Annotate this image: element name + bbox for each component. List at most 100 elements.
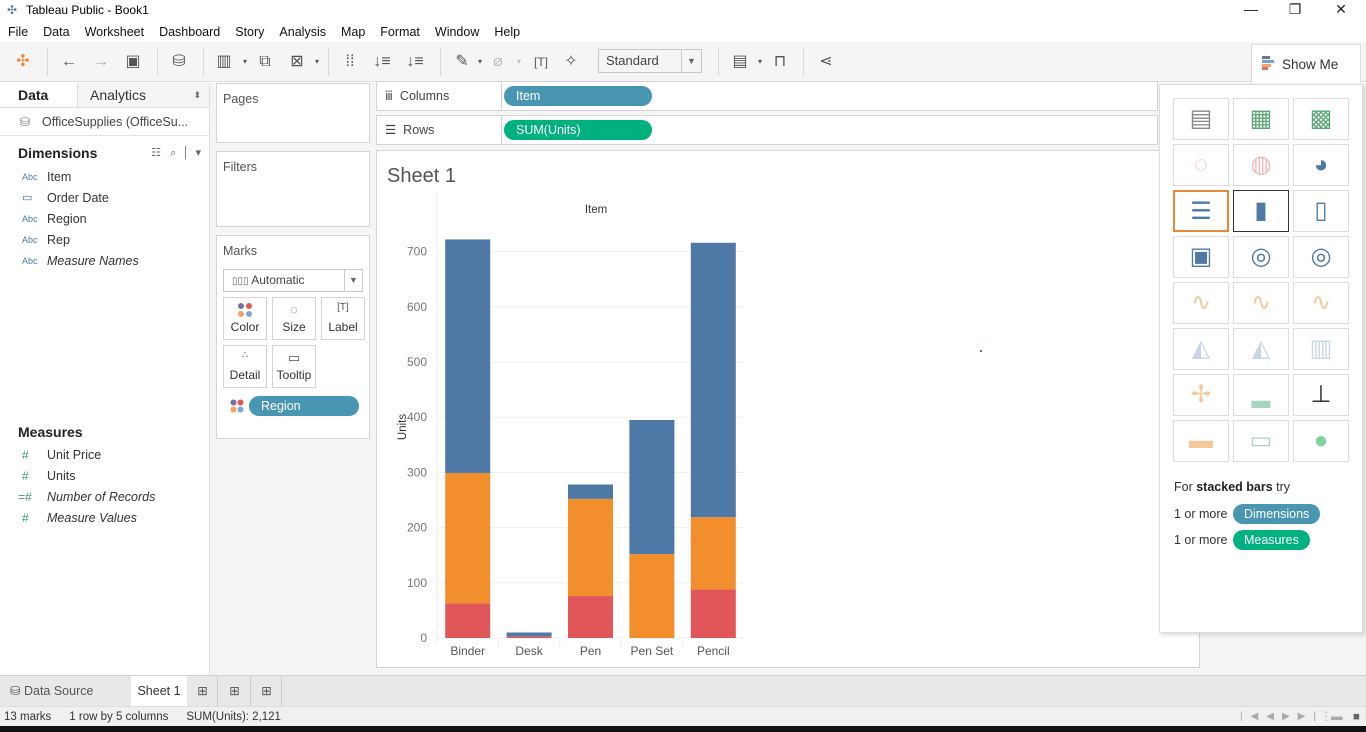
show-me-side-by-side-circles[interactable]: ◎ [1293,236,1349,278]
presentation-mode-icon[interactable]: ⊓ [768,50,792,74]
menu-data[interactable]: Data [35,22,76,42]
field-region[interactable]: Abc Region [0,208,209,229]
search-icon[interactable]: ⌕ [170,147,176,159]
menu-help[interactable]: Help [486,22,527,42]
show-me-filled-map[interactable]: ◍ [1233,144,1289,186]
undo-icon[interactable]: ← [57,50,81,74]
sheet1-tab[interactable]: Sheet 1 [131,676,187,706]
tab-analytics[interactable]: Analytics ⬍ [77,83,209,107]
duplicate-sheet-icon[interactable]: ⧉ [253,50,277,74]
new-story-icon[interactable]: ⊞ [252,676,282,706]
show-me-treemap[interactable]: ▣ [1173,236,1229,278]
show-labels-icon[interactable]: [T] [529,50,553,74]
bar-segment-east[interactable] [690,517,736,590]
pages-card[interactable]: Pages [216,83,370,143]
bar-segment-central[interactable] [568,484,613,499]
show-me-area-discrete[interactable]: ◭ [1233,328,1289,370]
tooltip-button[interactable]: ▭ Tooltip [272,345,316,388]
bar-segment-west[interactable] [506,636,552,638]
field-unit-price[interactable]: # Unit Price [0,444,209,465]
data-source-tab[interactable]: ⛁ Data Source [0,676,130,706]
bar-segment-west[interactable] [690,589,736,638]
menu-window[interactable]: Window [427,22,486,42]
menu-file[interactable]: File [0,22,35,42]
show-me-horizontal-bars[interactable]: ☰ [1173,190,1229,232]
field-order-date[interactable]: ▭ Order Date [0,187,209,208]
tableau-home-icon[interactable]: ✣ [11,50,35,74]
menu-format[interactable]: Format [372,22,427,42]
bar-segment-east[interactable] [568,498,613,597]
field-number-of-records[interactable]: =# Number of Records [0,486,209,507]
show-tabs-icon[interactable]: ■ [1353,707,1360,727]
bar-segment-central[interactable] [445,239,491,473]
show-me-pie-chart[interactable]: ◕ [1293,144,1349,186]
size-button[interactable]: ◌ Size [272,297,316,340]
field-units[interactable]: # Units [0,465,209,486]
close-button[interactable]: ✕ [1318,0,1364,20]
show-me-packed-bubbles[interactable]: ● [1293,420,1349,462]
color-button[interactable]: Color [223,297,267,340]
datasource-item[interactable]: ⛁ OfficeSupplies (OfficeSu... [0,108,209,136]
show-sheet-sorter-icon[interactable]: ▬ [1331,707,1343,727]
restore-button[interactable]: ❐ [1272,0,1318,20]
save-icon[interactable]: ▣ [121,50,145,74]
menu-worksheet[interactable]: Worksheet [77,22,152,42]
menu-dashboard[interactable]: Dashboard [151,22,227,42]
show-me-histogram[interactable]: ▂ [1233,374,1289,416]
columns-shelf[interactable]: ⅲ Columns Item [376,81,1158,111]
show-me-highlight-table[interactable]: ▩ [1293,98,1349,140]
menu-map[interactable]: Map [333,22,372,42]
menu-analysis[interactable]: Analysis [271,22,333,42]
redo-icon[interactable]: → [89,50,113,74]
bar-segment-central[interactable] [629,419,675,555]
show-me-text-table[interactable]: ▤ [1173,98,1229,140]
bar-segment-east[interactable] [445,472,491,604]
show-me-gantt-chart[interactable]: ▬ [1173,420,1229,462]
show-me-area-continuous[interactable]: ◭ [1173,328,1229,370]
item-column-pill[interactable]: Item [504,86,652,106]
new-datasource-icon[interactable]: ⛁ [167,50,191,74]
show-me-symbol-map[interactable]: ◌ [1173,144,1229,186]
bar-segment-east[interactable] [629,554,675,638]
mark-type-select[interactable]: ▯▯▯ Automatic ▼ [223,269,363,292]
rows-shelf[interactable]: ☰ Rows SUM(Units) [376,115,1158,145]
show-me-scatter-plot[interactable]: ✢ [1173,374,1229,416]
field-rep[interactable]: Abc Rep [0,229,209,250]
chevron-down-icon[interactable]: ▾ [195,147,201,159]
filters-card[interactable]: Filters [216,151,370,227]
dropdown-arrow-icon[interactable]: ▾ [305,50,329,74]
label-button[interactable]: [T] Label [321,297,365,340]
field-measure-names[interactable]: Abc Measure Names [0,250,209,271]
show-me-continuous-lines[interactable]: ∿ [1173,282,1229,324]
sort-ascending-icon[interactable]: ↓≡ [370,50,394,74]
region-color-pill[interactable]: Region [249,396,359,416]
field-measure-values[interactable]: # Measure Values [0,507,209,528]
bar-segment-central[interactable] [690,242,736,518]
dropdown-arrow-icon[interactable]: ▾ [507,50,531,74]
show-filmstrip-icon[interactable]: ⋮⋮ [1309,707,1332,727]
show-me-dual-lines[interactable]: ∿ [1293,282,1349,324]
show-me-circle-views[interactable]: ◎ [1233,236,1289,278]
pin-axes-icon[interactable]: ✧ [559,50,583,74]
show-me-stacked-bars[interactable]: ▮ [1233,190,1289,232]
show-me-box-and-whisker[interactable]: ⊥ [1293,374,1349,416]
sum-units-row-pill[interactable]: SUM(Units) [504,120,652,140]
show-me-dual-combination[interactable]: ▥ [1293,328,1349,370]
detail-button[interactable]: ∴ Detail [223,345,267,388]
view-size-select[interactable]: Standard ▼ [598,49,702,73]
bar-segment-west[interactable] [568,596,613,638]
field-item[interactable]: Abc Item [0,166,209,187]
share-icon[interactable]: ⋖ [814,50,838,74]
tab-data[interactable]: Data [0,83,77,107]
minimize-button[interactable]: — [1228,0,1274,20]
new-dashboard-icon[interactable]: ⊞ [219,676,251,706]
show-me-side-by-side-bars[interactable]: ▯ [1293,190,1349,232]
show-me-discrete-lines[interactable]: ∿ [1233,282,1289,324]
swap-rows-columns-icon[interactable]: ⁞⁞ [338,50,362,74]
menu-story[interactable]: Story [227,22,271,42]
bar-segment-central[interactable] [506,632,552,637]
new-worksheet-icon[interactable]: ⊞ [188,676,218,706]
show-me-heat-map[interactable]: ▦ [1233,98,1289,140]
view-as-list-icon[interactable]: ☷ [151,147,161,159]
show-me-bullet-graph[interactable]: ▭ [1233,420,1289,462]
